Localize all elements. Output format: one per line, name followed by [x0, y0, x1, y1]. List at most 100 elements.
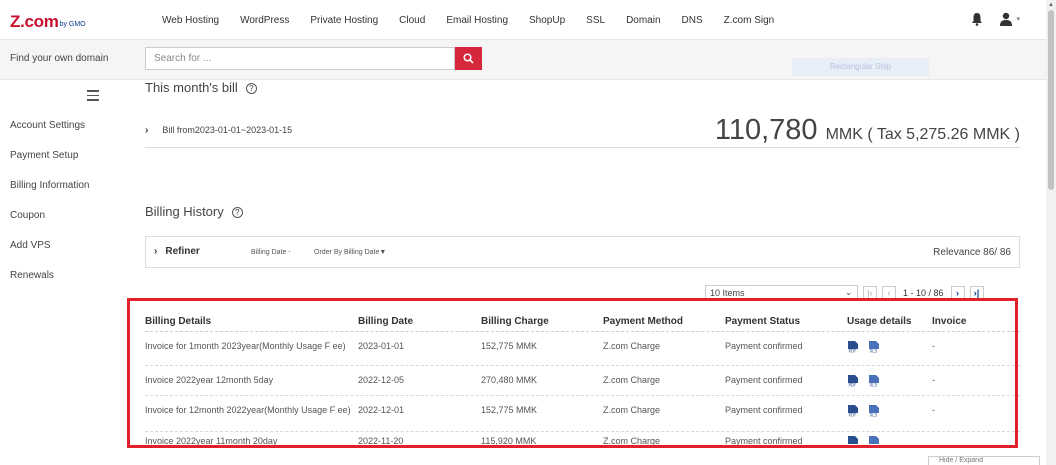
top-navigation-bar: Z.com by GMO Web Hosting WordPress Priva… [0, 0, 1046, 40]
col-payment-method[interactable]: Payment Method [603, 316, 725, 327]
pdf-icon[interactable]: PDF [847, 374, 860, 387]
pagination: 10 Items ⌄ |‹ ‹ 1 - 10 / 86 › ›| [705, 285, 984, 301]
xls-icon[interactable]: XLS [868, 374, 881, 387]
cell-date: 2022-12-05 [358, 375, 405, 385]
corner-toggle[interactable]: Hide / Expand [928, 456, 1040, 465]
nav-wordpress[interactable]: WordPress [240, 15, 289, 26]
cell-details[interactable]: Invoice 2022year 12month 5day [145, 374, 358, 386]
nav-web-hosting[interactable]: Web Hosting [162, 15, 219, 26]
svg-text:PDF: PDF [849, 383, 857, 388]
sidebar-item-payment-setup[interactable]: Payment Setup [10, 150, 78, 161]
logo-subtext: by GMO [59, 21, 86, 28]
svg-text:PDF: PDF [849, 349, 857, 354]
zcom-logo[interactable]: Z.com by GMO [10, 10, 86, 30]
bill-range-text: Bill from2023-01-01~2023-01-15 [162, 125, 293, 135]
first-page-icon[interactable]: |‹ [863, 286, 877, 300]
help-icon[interactable]: ? [245, 83, 257, 94]
col-billing-details[interactable]: Billing Details [145, 316, 358, 327]
sidebar-item-billing-information[interactable]: Billing Information [10, 180, 89, 191]
pdf-icon[interactable]: PDF [847, 340, 860, 353]
cell-usage: PDF XLS [847, 340, 932, 353]
filter-billing-date[interactable]: Billing Date - [251, 249, 291, 256]
nav-ssl[interactable]: SSL [586, 15, 605, 26]
cell-charge: 270,480 MMK [481, 375, 538, 385]
scroll-up-icon[interactable]: ▲ [1048, 2, 1054, 8]
chevron-down-icon: ⌄ [845, 288, 852, 297]
nav-cloud[interactable]: Cloud [399, 15, 425, 26]
xls-icon[interactable]: XLS [868, 404, 881, 417]
table-row[interactable]: Invoice 2022year 12month 5day 2022-12-05… [145, 366, 1020, 396]
refiner-toggle[interactable]: › Refiner [154, 246, 200, 257]
relevance-count: Relevance 86/ 86 [933, 247, 1011, 258]
cell-details[interactable]: Invoice for 1month 2023year(Monthly Usag… [145, 340, 358, 352]
monthly-bill-title: This month's bill [145, 80, 238, 95]
current-bill-row[interactable]: › Bill from2023-01-01~2023-01-15 110,780 M… [145, 108, 1020, 148]
refiner-panel[interactable]: › Refiner Billing Date - Order By Billing… [145, 236, 1020, 268]
cell-details[interactable]: Invoice 2022year 11month 20day [145, 435, 358, 447]
pdf-icon[interactable] [847, 435, 860, 448]
chevron-right-icon: › [154, 246, 158, 257]
cell-date: 2023-01-01 [358, 341, 405, 351]
nav-dns[interactable]: DNS [682, 15, 703, 26]
col-billing-charge[interactable]: Billing Charge [481, 316, 603, 327]
bell-icon[interactable] [971, 12, 983, 26]
next-page-icon[interactable]: › [950, 286, 965, 300]
xls-icon[interactable] [868, 435, 881, 448]
logo-text: Z.com [10, 12, 59, 31]
page-scrollbar[interactable]: ▲ [1046, 0, 1056, 465]
cell-charge: 152,775 MMK [481, 341, 538, 351]
cell-charge: 152,775 MMK [481, 405, 538, 415]
col-invoice: Invoice [932, 316, 967, 327]
nav-private-hosting[interactable]: Private Hosting [310, 15, 378, 26]
chevron-right-icon: › [145, 125, 149, 136]
cell-details[interactable]: Invoice for 12month 2022year(Monthly Usa… [145, 404, 358, 416]
cell-method: Z.com Charge [603, 375, 661, 385]
sidebar-item-account-settings[interactable]: Account Settings [10, 120, 85, 131]
svg-text:XLS: XLS [870, 413, 878, 418]
search-button[interactable] [455, 47, 482, 70]
col-billing-date[interactable]: Billing Date [358, 316, 481, 327]
svg-text:XLS: XLS [870, 383, 878, 388]
main-content: This month's bill? › Bill from2023-01-01~… [118, 80, 1046, 465]
last-page-icon[interactable]: ›| [969, 286, 984, 300]
sidebar-item-add-vps[interactable]: Add VPS [10, 240, 51, 251]
nav-shopup[interactable]: ShopUp [529, 15, 565, 26]
table-row[interactable]: Invoice 2022year 11month 20day 2022-11-2… [145, 432, 1020, 452]
search-input[interactable] [145, 47, 455, 70]
main-nav: Web Hosting WordPress Private Hosting Cl… [162, 0, 795, 40]
xls-icon[interactable]: XLS [868, 340, 881, 353]
bill-amount-unit: MMK ( Tax 5,275.26 MMK ) [825, 126, 1020, 143]
col-payment-status[interactable]: Payment Status [725, 316, 847, 327]
cell-invoice: - [932, 375, 935, 385]
cell-date: 2022-11-20 [358, 436, 404, 446]
chevron-down-icon[interactable]: ▾ [1016, 15, 1020, 23]
cell-status: Payment confirmed [725, 436, 803, 446]
cell-charge: 115,920 MMK [481, 436, 537, 446]
cell-status: Payment confirmed [725, 341, 803, 351]
billing-history-heading: Billing History? [145, 204, 243, 219]
billing-history-title: Billing History [145, 204, 224, 219]
help-icon[interactable]: ? [231, 207, 243, 218]
scroll-thumb[interactable] [1048, 10, 1054, 190]
sidebar-item-coupon[interactable]: Coupon [10, 210, 45, 221]
filter-order-by[interactable]: Order By Billing Date▼ [314, 249, 386, 256]
table-row[interactable]: Invoice for 1month 2023year(Monthly Usag… [145, 332, 1020, 366]
search-icon [463, 53, 474, 64]
table-row[interactable]: Invoice for 12month 2022year(Monthly Usa… [145, 396, 1020, 432]
cell-usage [847, 435, 932, 448]
items-per-page-select[interactable]: 10 Items ⌄ [705, 285, 858, 301]
nav-domain[interactable]: Domain [626, 15, 660, 26]
prev-page-icon[interactable]: ‹ [882, 286, 896, 300]
faded-button[interactable]: Rectangular Ship [792, 58, 929, 76]
cell-method: Z.com Charge [603, 405, 661, 415]
nav-zcom-sign[interactable]: Z.com Sign [724, 15, 775, 26]
cell-method: Z.com Charge [603, 436, 661, 446]
sidebar-item-renewals[interactable]: Renewals [10, 270, 54, 281]
cell-invoice: - [932, 341, 935, 351]
bill-range: › Bill from2023-01-01~2023-01-15 [145, 125, 292, 136]
nav-email-hosting[interactable]: Email Hosting [446, 15, 508, 26]
hamburger-menu-icon[interactable] [87, 90, 99, 101]
cell-usage: PDF XLS [847, 374, 932, 387]
user-icon[interactable] [999, 12, 1013, 26]
pdf-icon[interactable]: PDF [847, 404, 860, 417]
